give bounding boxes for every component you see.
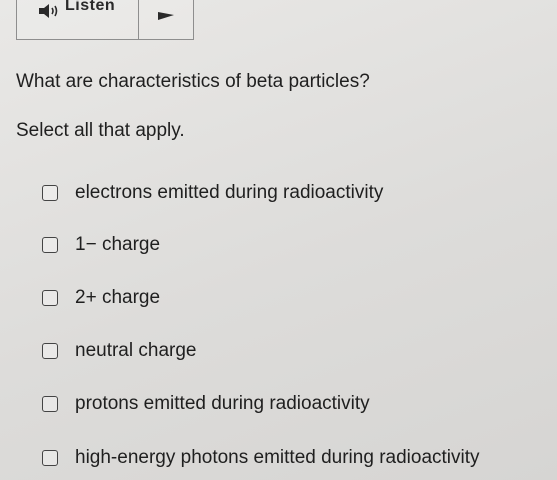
answer-option-protons[interactable]: protons emitted during radioactivity bbox=[42, 392, 370, 416]
listen-options-dropdown[interactable] bbox=[139, 0, 193, 39]
checkbox[interactable] bbox=[42, 237, 58, 253]
listen-label: Listen bbox=[65, 0, 116, 14]
question-instruction: Select all that apply. bbox=[16, 120, 185, 141]
speaker-icon bbox=[39, 4, 61, 18]
answer-option-plus-two-charge[interactable]: 2+ charge bbox=[42, 286, 160, 310]
listen-toolbar: Listen bbox=[16, 0, 194, 40]
checkbox[interactable] bbox=[42, 450, 58, 466]
checkbox[interactable] bbox=[42, 396, 58, 412]
option-label: electrons emitted during radioactivity bbox=[75, 182, 384, 203]
answer-option-minus-one-charge[interactable]: 1− charge bbox=[42, 233, 160, 257]
answer-option-photons[interactable]: high-energy photons emitted during radio… bbox=[42, 446, 480, 470]
option-label: 1− charge bbox=[75, 234, 161, 255]
checkbox[interactable] bbox=[42, 290, 58, 306]
play-triangle-icon bbox=[157, 8, 175, 26]
option-label: 2+ charge bbox=[75, 287, 161, 308]
option-label: high-energy photons emitted during radio… bbox=[75, 447, 480, 468]
option-label: protons emitted during radioactivity bbox=[75, 393, 370, 414]
checkbox[interactable] bbox=[42, 343, 58, 359]
option-label: neutral charge bbox=[75, 340, 197, 361]
listen-button[interactable]: Listen bbox=[17, 0, 139, 39]
answer-option-neutral-charge[interactable]: neutral charge bbox=[42, 339, 196, 363]
answer-option-electrons[interactable]: electrons emitted during radioactivity bbox=[42, 181, 383, 205]
checkbox[interactable] bbox=[42, 185, 58, 201]
question-text: What are characteristics of beta particl… bbox=[16, 71, 370, 92]
